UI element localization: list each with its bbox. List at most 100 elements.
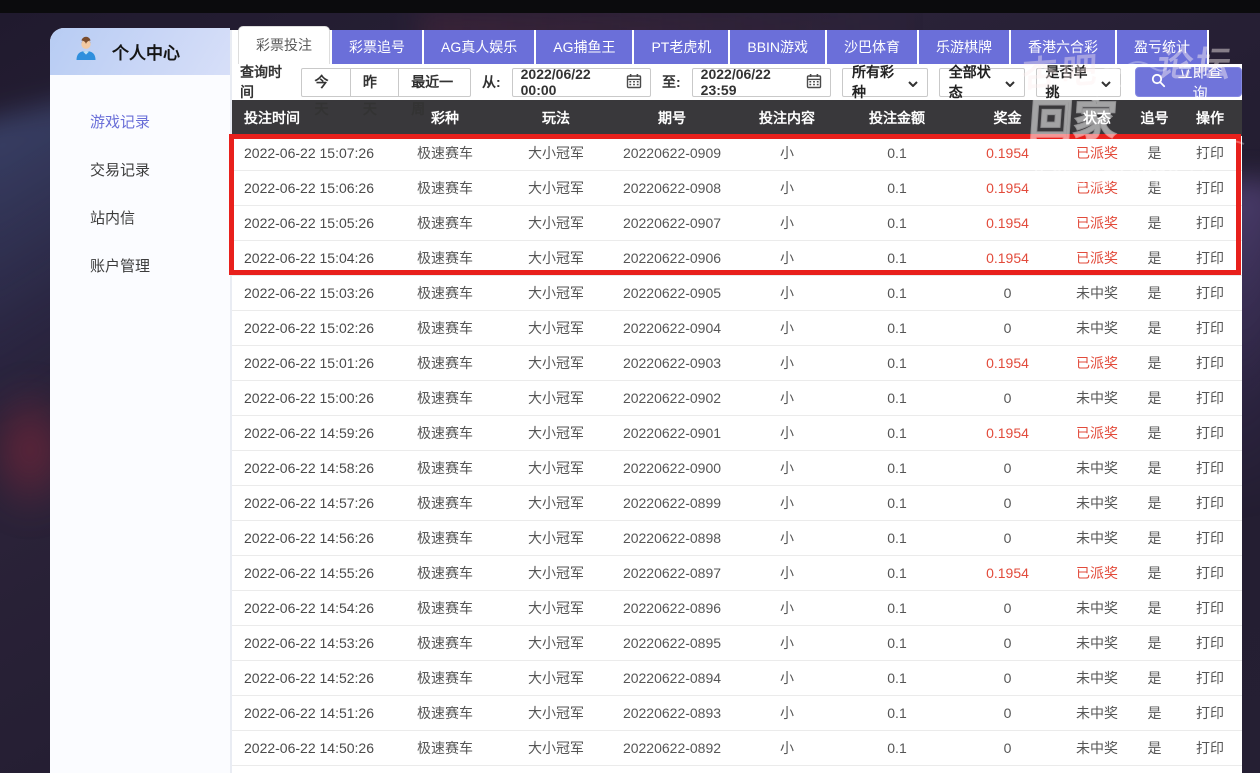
cell-time: 2022-06-22 15:07:26	[232, 145, 390, 161]
content-panel: 查询时间 今天昨天最近一周 从: 2022/06/22 00:00	[232, 64, 1242, 773]
cell-issue: 20220622-0895	[612, 635, 732, 651]
magnifier-icon	[1151, 73, 1166, 92]
dropdown-所有彩种[interactable]: 所有彩种	[842, 68, 928, 97]
sidebar-item-站内信[interactable]: 站内信	[50, 195, 230, 243]
cell-action[interactable]: 打印	[1178, 248, 1242, 268]
cell-content: 小	[732, 423, 842, 443]
cell-action[interactable]: 打印	[1178, 563, 1242, 583]
tab-PT老虎机[interactable]: PT老虎机	[634, 30, 728, 64]
tab-盈亏统计[interactable]: 盈亏统计	[1117, 30, 1207, 64]
table-row: 2022-06-22 14:56:26极速赛车大小冠军20220622-0898…	[232, 521, 1242, 556]
tab-AG捕鱼王[interactable]: AG捕鱼王	[536, 30, 632, 64]
cell-action[interactable]: 打印	[1178, 493, 1242, 513]
from-date-input[interactable]: 2022/06/22 00:00	[512, 68, 651, 97]
cell-status: 已派奖	[1063, 178, 1131, 198]
quick-button-昨天[interactable]: 昨天	[350, 69, 398, 96]
cell-amount: 0.1	[842, 635, 952, 651]
cell-amount: 0.1	[842, 215, 952, 231]
cell-prize: 0	[952, 705, 1063, 721]
calendar-icon[interactable]	[806, 73, 822, 92]
sidebar-item-交易记录[interactable]: 交易记录	[50, 147, 230, 195]
cell-chase: 是	[1131, 248, 1178, 268]
cell-action[interactable]: 打印	[1178, 213, 1242, 233]
cell-play: 大小冠军	[500, 283, 612, 303]
tab-香港六合彩[interactable]: 香港六合彩	[1011, 30, 1115, 64]
cell-content: 小	[732, 528, 842, 548]
cell-action[interactable]: 打印	[1178, 423, 1242, 443]
cell-lottery: 极速赛车	[390, 528, 500, 548]
cell-lottery: 极速赛车	[390, 458, 500, 478]
table-row: 2022-06-22 15:01:26极速赛车大小冠军20220622-0903…	[232, 346, 1242, 381]
cell-chase: 是	[1131, 353, 1178, 373]
chevron-down-icon	[908, 74, 918, 90]
cell-time: 2022-06-22 15:03:26	[232, 285, 390, 301]
tab-彩票追号[interactable]: 彩票追号	[332, 30, 422, 64]
cell-status: 未中奖	[1063, 493, 1131, 513]
cell-prize: 0	[952, 530, 1063, 546]
column-header-玩法: 玩法	[500, 108, 612, 128]
cell-time: 2022-06-22 15:00:26	[232, 390, 390, 406]
user-avatar-icon	[72, 35, 100, 68]
dropdown-是否单挑[interactable]: 是否单挑	[1036, 68, 1122, 97]
cell-issue: 20220622-0905	[612, 285, 732, 301]
cell-issue: 20220622-0902	[612, 390, 732, 406]
column-header-状态: 状态	[1063, 108, 1131, 128]
cell-time: 2022-06-22 14:59:26	[232, 425, 390, 441]
cell-status: 已派奖	[1063, 563, 1131, 583]
to-date-input[interactable]: 2022/06/22 23:59	[692, 68, 831, 97]
cell-action[interactable]: 打印	[1178, 143, 1242, 163]
cell-action[interactable]: 打印	[1178, 318, 1242, 338]
cell-amount: 0.1	[842, 285, 952, 301]
cell-action[interactable]: 打印	[1178, 528, 1242, 548]
cell-amount: 0.1	[842, 425, 952, 441]
cell-time: 2022-06-22 15:05:26	[232, 215, 390, 231]
quick-button-最近一周[interactable]: 最近一周	[398, 69, 470, 96]
cell-time: 2022-06-22 15:02:26	[232, 320, 390, 336]
cell-prize: 0.1954	[952, 215, 1063, 231]
tab-沙巴体育[interactable]: 沙巴体育	[827, 30, 917, 64]
to-date-value: 2022/06/22 23:59	[701, 66, 797, 98]
cell-time: 2022-06-22 14:58:26	[232, 460, 390, 476]
tab-乐游棋牌[interactable]: 乐游棋牌	[919, 30, 1009, 64]
cell-action[interactable]: 打印	[1178, 633, 1242, 653]
table-row: 2022-06-22 15:03:26极速赛车大小冠军20220622-0905…	[232, 276, 1242, 311]
cell-prize: 0.1954	[952, 425, 1063, 441]
cell-content: 小	[732, 353, 842, 373]
cell-content: 小	[732, 213, 842, 233]
filter-dropdowns: 所有彩种全部状态是否单挑	[842, 68, 1121, 97]
sidebar-item-游戏记录[interactable]: 游戏记录	[50, 99, 230, 147]
cell-prize: 0.1954	[952, 250, 1063, 266]
cell-chase: 是	[1131, 563, 1178, 583]
calendar-icon[interactable]	[626, 73, 642, 92]
cell-lottery: 极速赛车	[390, 318, 500, 338]
dropdown-全部状态[interactable]: 全部状态	[939, 68, 1025, 97]
cell-action[interactable]: 打印	[1178, 598, 1242, 618]
cell-issue: 20220622-0899	[612, 495, 732, 511]
cell-action[interactable]: 打印	[1178, 353, 1242, 373]
cell-action[interactable]: 打印	[1178, 668, 1242, 688]
cell-amount: 0.1	[842, 600, 952, 616]
cell-amount: 0.1	[842, 565, 952, 581]
cell-chase: 是	[1131, 423, 1178, 443]
cell-action[interactable]: 打印	[1178, 283, 1242, 303]
tab-BBIN游戏[interactable]: BBIN游戏	[730, 30, 825, 64]
cell-action[interactable]: 打印	[1178, 458, 1242, 478]
search-button[interactable]: 立即查询	[1135, 67, 1242, 97]
page: 个人中心 游戏记录交易记录站内信账户管理 彩票投注彩票追号AG真人娱乐AG捕鱼王…	[0, 0, 1260, 773]
tab-彩票投注[interactable]: 彩票投注	[238, 26, 330, 64]
cell-action[interactable]: 打印	[1178, 388, 1242, 408]
cell-play: 大小冠军	[500, 213, 612, 233]
cell-action[interactable]: 打印	[1178, 178, 1242, 198]
cell-play: 大小冠军	[500, 353, 612, 373]
cell-lottery: 极速赛车	[390, 143, 500, 163]
cell-play: 大小冠军	[500, 703, 612, 723]
cell-content: 小	[732, 703, 842, 723]
cell-action[interactable]: 打印	[1178, 738, 1242, 758]
quick-button-今天[interactable]: 今天	[302, 69, 349, 96]
cell-action[interactable]: 打印	[1178, 703, 1242, 723]
cell-lottery: 极速赛车	[390, 738, 500, 758]
cell-issue: 20220622-0892	[612, 740, 732, 756]
sidebar-item-账户管理[interactable]: 账户管理	[50, 243, 230, 291]
tab-AG真人娱乐[interactable]: AG真人娱乐	[424, 30, 534, 64]
column-header-彩种: 彩种	[390, 108, 500, 128]
